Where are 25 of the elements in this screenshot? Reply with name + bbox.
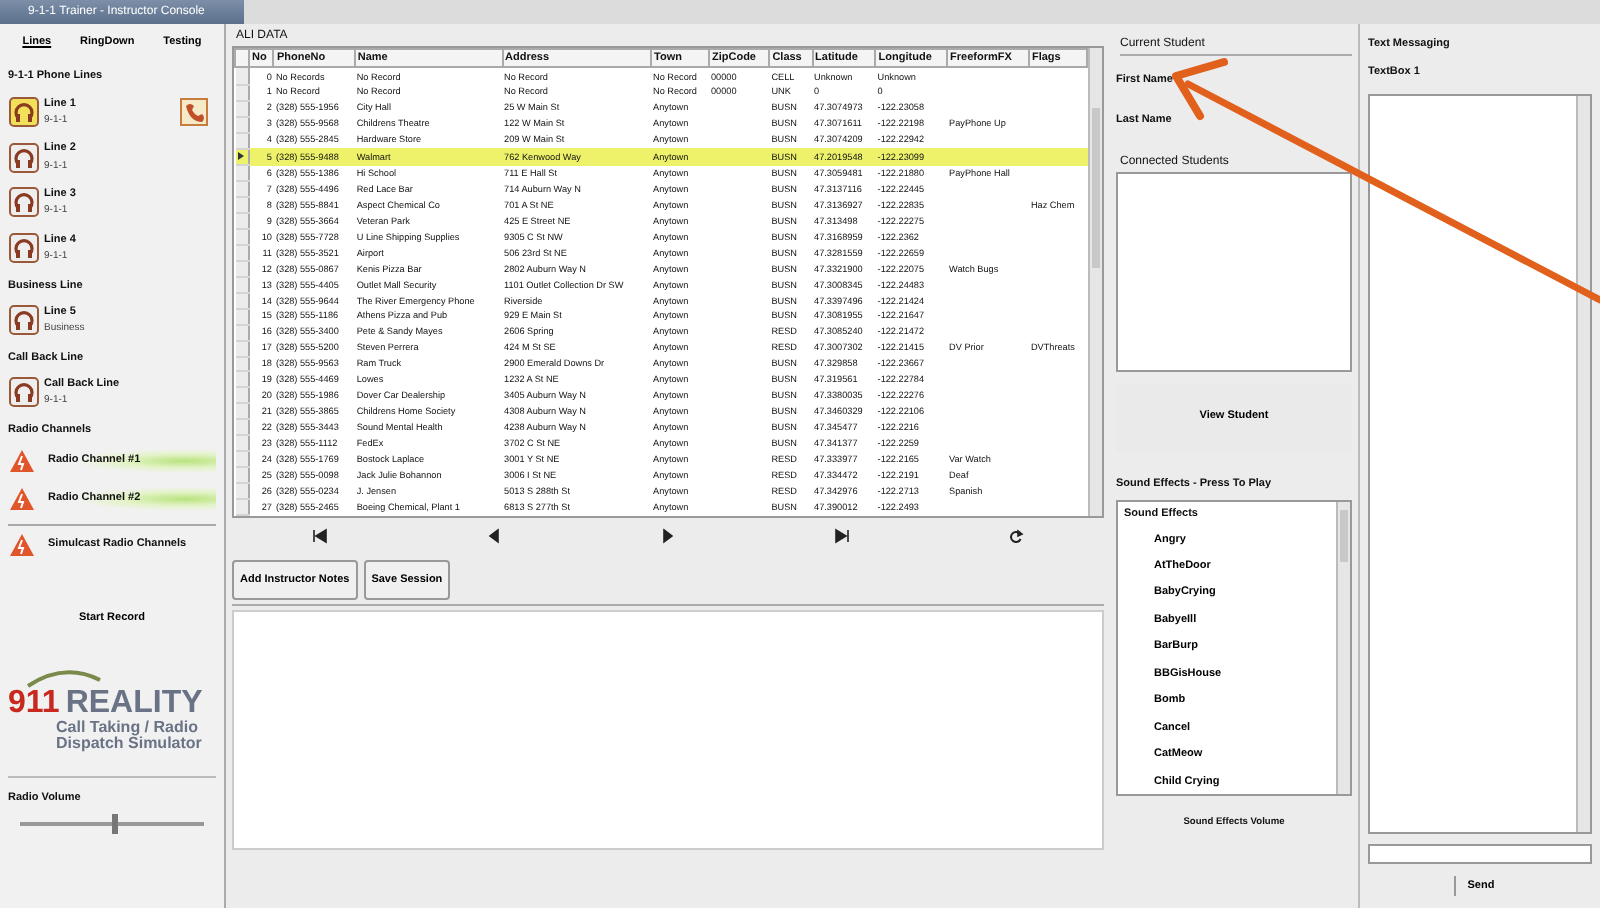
slider-thumb[interactable] bbox=[112, 814, 118, 835]
row-header[interactable] bbox=[235, 148, 249, 166]
scrollbar[interactable] bbox=[1576, 95, 1590, 833]
table-cell bbox=[1028, 148, 1087, 166]
swoosh-icon bbox=[24, 668, 104, 688]
first-page-icon[interactable] bbox=[311, 528, 328, 544]
previous-icon[interactable] bbox=[485, 528, 502, 544]
phone-icon bbox=[180, 97, 208, 126]
message-area[interactable] bbox=[1368, 93, 1592, 835]
triangle-icon bbox=[8, 447, 36, 474]
next-icon[interactable] bbox=[659, 528, 676, 544]
triangle-icon bbox=[8, 531, 36, 558]
logo-tagline: Dispatch Simulator bbox=[56, 736, 204, 752]
scrollbar[interactable] bbox=[1088, 48, 1102, 516]
student-list[interactable] bbox=[1116, 171, 1352, 371]
last-page-icon[interactable] bbox=[834, 528, 851, 544]
logo-tagline: Call Taking / Radio bbox=[56, 720, 200, 736]
refresh-icon[interactable] bbox=[1008, 528, 1025, 544]
triangle-icon bbox=[8, 485, 36, 512]
scrollbar[interactable] bbox=[1336, 501, 1350, 794]
logo-word: REALITY bbox=[65, 686, 203, 720]
logo-number: 911 bbox=[8, 686, 60, 720]
row-pointer-icon bbox=[237, 151, 243, 160]
message-input[interactable] bbox=[1368, 844, 1592, 864]
notes-area[interactable] bbox=[232, 610, 1104, 851]
